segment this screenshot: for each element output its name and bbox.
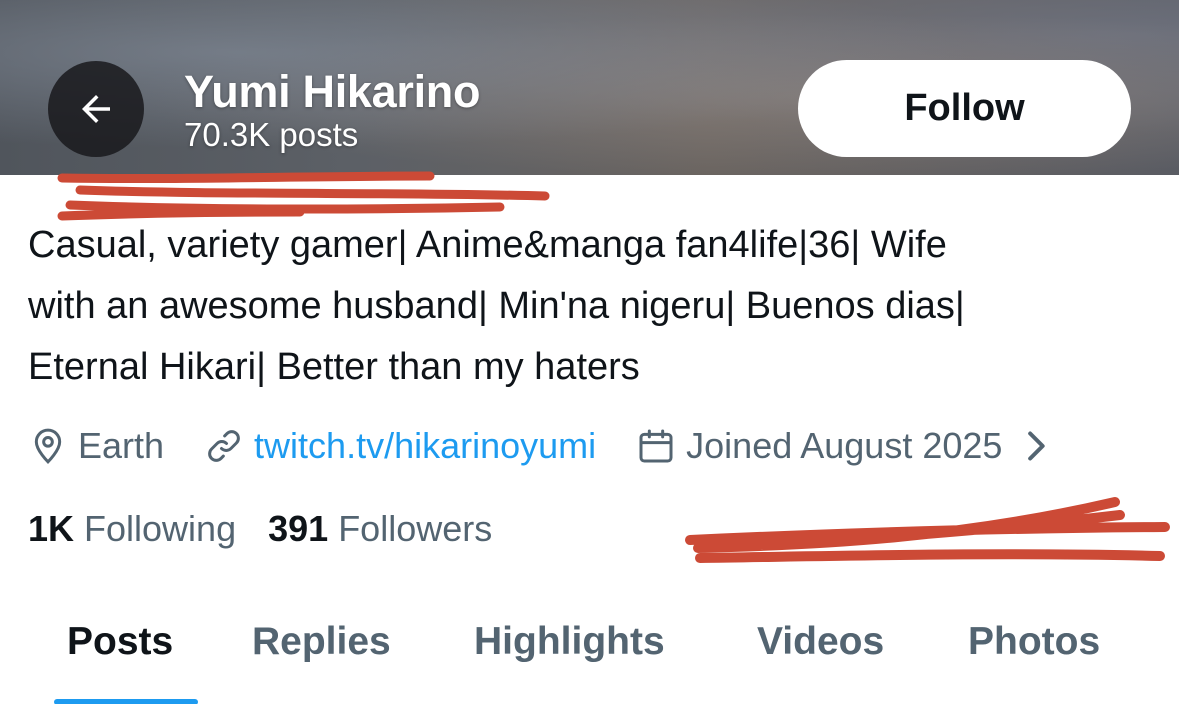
tab-posts[interactable]: Posts — [67, 620, 173, 664]
link-icon — [208, 430, 240, 462]
chevron-right-icon[interactable] — [1016, 426, 1056, 466]
location-text: Earth — [78, 425, 165, 466]
website-link[interactable]: twitch.tv/hikarinoyumi — [254, 425, 596, 467]
tab-videos[interactable]: Videos — [757, 620, 884, 664]
profile-page: Yumi Hikarino 70.3K posts Follow Casual,… — [0, 0, 1179, 704]
bio-line: with an awesome husband| Min'na nigeru| … — [28, 285, 965, 327]
bio-line: Casual, variety gamer| Anime&manga fan4l… — [28, 224, 947, 266]
redaction-scribble-meta — [685, 497, 1170, 563]
profile-name: Yumi Hikarino — [184, 66, 481, 117]
profile-bio: Casual, variety gamer| Anime&manga fan4l… — [28, 215, 1158, 398]
active-tab-indicator — [54, 699, 198, 704]
post-count: 70.3K posts — [184, 116, 359, 153]
calendar-icon — [639, 429, 673, 463]
following-count: 1K — [28, 508, 75, 549]
profile-header-banner: Yumi Hikarino 70.3K posts Follow — [0, 0, 1179, 175]
followers-count: 391 — [268, 508, 329, 549]
joined-item[interactable]: Joined August 2025 — [636, 425, 1066, 467]
follow-button[interactable]: Follow — [798, 60, 1131, 157]
location-item: Earth — [28, 425, 164, 467]
joined-date: Joined August 2025 — [686, 425, 1003, 466]
location-pin-icon — [34, 428, 62, 464]
following-count-link[interactable]: 1K Following — [28, 508, 236, 550]
profile-meta-row: Earth twitch.tv/hikarinoyumi Joined Augu… — [28, 420, 1066, 472]
bio-line: Eternal Hikari| Better than my haters — [28, 346, 640, 388]
followers-label: Followers — [338, 508, 493, 549]
back-button[interactable] — [48, 61, 144, 157]
website-item[interactable]: twitch.tv/hikarinoyumi — [204, 425, 596, 467]
tab-highlights[interactable]: Highlights — [474, 620, 665, 664]
followers-count-link[interactable]: 391 Followers — [268, 508, 492, 550]
arrow-left-icon — [82, 95, 110, 123]
redaction-scribble-handle — [57, 171, 550, 221]
tab-replies[interactable]: Replies — [252, 620, 391, 664]
follow-counts: 1K Following 391 Followers — [28, 508, 492, 550]
following-label: Following — [84, 508, 237, 549]
tab-photos[interactable]: Photos — [968, 620, 1100, 664]
